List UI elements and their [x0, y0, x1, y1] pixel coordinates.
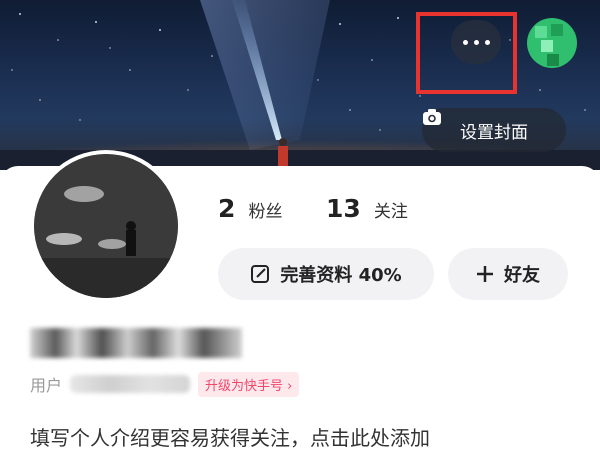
- bio-placeholder[interactable]: 填写个人介绍更容易获得关注，点击此处添加: [30, 422, 430, 451]
- following-stat[interactable]: 13 关注: [326, 194, 408, 223]
- edit-icon: [251, 265, 270, 283]
- chevron-right-icon: ›: [287, 378, 293, 394]
- set-cover-label: 设置封面: [460, 122, 528, 143]
- user-id-label: 用户: [30, 376, 63, 395]
- upgrade-badge[interactable]: 升级为快手号 ›: [198, 371, 300, 397]
- avatar[interactable]: [30, 150, 182, 302]
- set-cover-button[interactable]: 设置封面: [422, 108, 566, 152]
- plus-icon: [477, 266, 493, 282]
- user-id-row: 用户 升级为快手号 ›: [30, 371, 300, 397]
- user-id-blurred: [70, 375, 191, 393]
- avatar-image: [34, 154, 178, 298]
- more-icon: [462, 39, 468, 45]
- camera-icon: [423, 109, 441, 125]
- fans-label: 粉丝: [248, 202, 283, 222]
- fans-count: 2: [218, 194, 236, 223]
- mini-avatar[interactable]: [527, 18, 577, 68]
- upgrade-label: 升级为快手号: [205, 378, 284, 394]
- cover-image[interactable]: 设置封面: [0, 0, 600, 170]
- following-label: 关注: [373, 202, 408, 222]
- following-count: 13: [326, 194, 361, 223]
- fans-stat[interactable]: 2 粉丝: [218, 194, 283, 223]
- complete-profile-label: 完善资料 40%: [280, 265, 402, 286]
- more-options-button[interactable]: [451, 20, 501, 64]
- username-blurred: [30, 328, 242, 358]
- add-friend-label: 好友: [504, 265, 540, 286]
- add-friend-button[interactable]: 好友: [448, 248, 568, 300]
- complete-profile-button[interactable]: 完善资料 40%: [218, 248, 434, 300]
